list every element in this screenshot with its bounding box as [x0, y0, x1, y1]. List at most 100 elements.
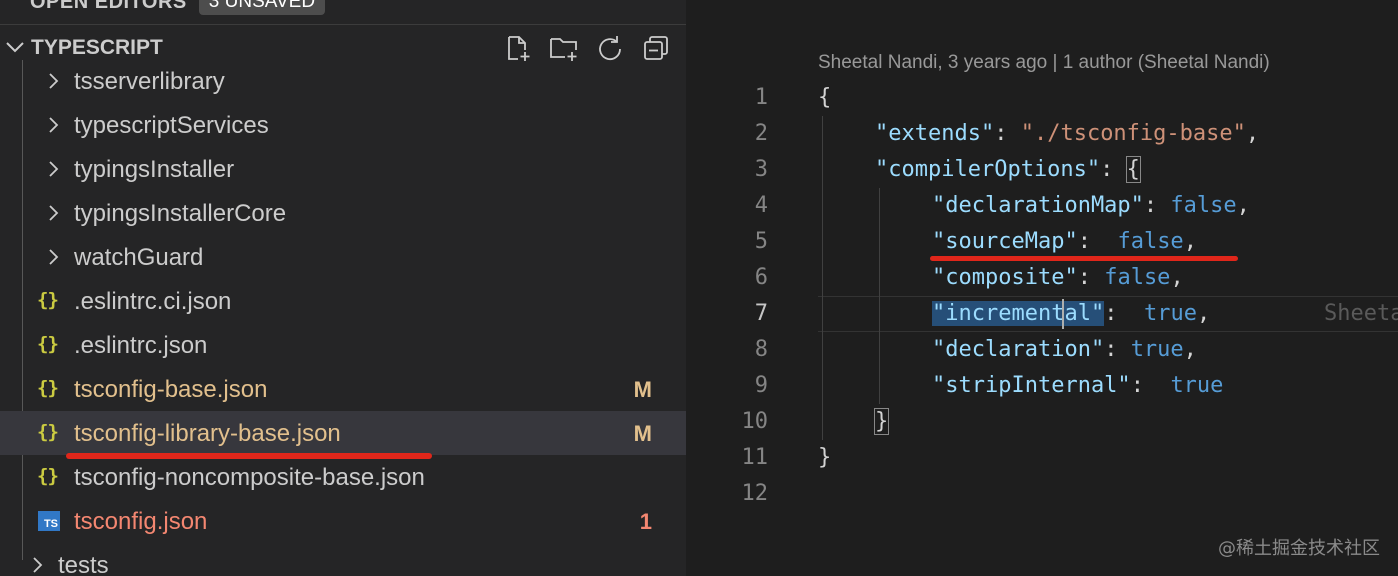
indent-guide	[879, 188, 880, 404]
code-line-2: "extends": "./tsconfig-base",	[875, 116, 1259, 152]
red-annotation-underline	[930, 256, 1238, 261]
tree-item-label: tsconfig-library-base.json	[74, 420, 341, 447]
json-file-icon: {}	[37, 289, 59, 311]
red-annotation-underline	[66, 453, 432, 459]
line-number: 8	[754, 337, 768, 362]
code-editor[interactable]: Sheetal Nandi, 3 years ago | 1 author (S…	[686, 0, 1398, 576]
tree-item-label: tests	[58, 552, 109, 576]
separator: :	[1143, 193, 1171, 218]
tree-item-label: tsconfig-noncomposite-base.json	[74, 464, 425, 491]
tree-file-tsconfig-base-json[interactable]: {} tsconfig-base.json M	[0, 367, 686, 411]
matched-brace: }	[873, 408, 890, 435]
open-editors-header[interactable]: OPEN EDITORS 3 UNSAVED	[0, 0, 686, 18]
tree-folder-watchguard[interactable]: watchGuard	[0, 235, 686, 279]
json-boolean: true	[1130, 337, 1184, 362]
brace: {	[818, 85, 832, 110]
chevron-right-icon	[49, 249, 59, 265]
brace: }	[818, 445, 832, 470]
line-number: 9	[754, 373, 768, 398]
tree-item-label: typingsInstallerCore	[74, 200, 287, 227]
code-line-5: "sourceMap": false,	[932, 224, 1197, 260]
tree-file-tsconfig-library-base-json[interactable]: {} tsconfig-library-base.json M	[0, 411, 686, 455]
tree-folder-tests[interactable]: tests	[0, 543, 686, 576]
tree-file-tsconfig-noncomposite-base-json[interactable]: {} tsconfig-noncomposite-base.json	[0, 455, 686, 499]
inline-blame-annotation: Sheetal	[1324, 301, 1398, 326]
code-line-4: "declarationMap": false,	[932, 188, 1250, 224]
open-editors-title: OPEN EDITORS	[30, 0, 187, 13]
chevron-right-icon	[33, 557, 43, 573]
code-line-11: }	[818, 440, 831, 476]
unsaved-badge: 3 UNSAVED	[198, 0, 326, 15]
tree-item-label: typescriptServices	[74, 112, 269, 139]
text-cursor	[1062, 299, 1064, 329]
json-boolean: false	[1170, 193, 1237, 218]
comma: ,	[1170, 265, 1184, 290]
separator: :	[1077, 265, 1105, 290]
line-number: 3	[754, 157, 768, 182]
matched-brace: {	[1125, 156, 1141, 183]
code-line-3: "compilerOptions": {	[875, 152, 1141, 188]
separator: :	[1130, 373, 1171, 398]
json-file-icon: {}	[37, 465, 59, 487]
chevron-right-icon	[49, 117, 59, 133]
json-key: "sourceMap"	[932, 229, 1078, 254]
git-modified-badge: M	[633, 421, 652, 446]
json-key-highlighted: ntal"	[1037, 301, 1105, 326]
json-key: "extends"	[875, 121, 995, 146]
line-number: 5	[754, 229, 768, 254]
line-number: 12	[741, 481, 769, 506]
json-boolean: false	[1117, 229, 1184, 254]
comma: ,	[1183, 229, 1197, 254]
comma: ,	[1183, 337, 1197, 362]
tree-file-eslintrc-json[interactable]: {} .eslintrc.json	[0, 323, 686, 367]
problem-count-badge: 1	[639, 509, 652, 534]
tree-file-tsconfig-json[interactable]: TS tsconfig.json 1	[0, 499, 686, 543]
chevron-right-icon	[49, 161, 59, 177]
separator: :	[994, 121, 1021, 146]
line-number: 11	[741, 445, 769, 470]
tree-item-label: .eslintrc.ci.json	[74, 288, 232, 315]
json-key: "declaration"	[932, 337, 1105, 362]
watermark: @稀土掘金技术社区	[1218, 538, 1380, 559]
code-line-8: "declaration": true,	[932, 332, 1197, 368]
indent-guide	[822, 116, 823, 440]
comma: ,	[1245, 121, 1260, 146]
json-boolean: true	[1143, 301, 1197, 326]
tree-item-label: .eslintrc.json	[74, 332, 208, 359]
line-number: 2	[754, 121, 768, 146]
chevron-down-icon	[6, 42, 24, 53]
tree-folder-tsserverlibrary[interactable]: tsserverlibrary	[0, 59, 686, 103]
tree-item-label: tsserverlibrary	[74, 68, 225, 95]
tree-folder-typingsinstaller[interactable]: typingsInstaller	[0, 147, 686, 191]
code-line-10: }	[873, 404, 890, 440]
comma: ,	[1236, 193, 1250, 218]
json-file-icon: {}	[37, 421, 59, 443]
line-number-active: 7	[754, 301, 768, 326]
json-key: "composite"	[932, 265, 1078, 290]
explorer-sidebar: OPEN EDITORS 3 UNSAVED TYPESCRIPT tsserv…	[0, 0, 686, 576]
tree-item-label: typingsInstaller	[74, 156, 235, 183]
line-number: 1	[754, 85, 768, 110]
tree-item-label: tsconfig.json	[74, 508, 208, 535]
comma: ,	[1196, 301, 1211, 326]
code-line-7: "incremental": true,	[932, 296, 1210, 332]
tree-item-label: tsconfig-base.json	[74, 376, 268, 403]
code-line-1: {	[818, 80, 831, 116]
separator: :	[1100, 157, 1127, 182]
tree-folder-typescriptservices[interactable]: typescriptServices	[0, 103, 686, 147]
chevron-right-icon	[49, 73, 59, 89]
json-key: "stripInternal"	[932, 373, 1131, 398]
json-file-icon: {}	[37, 333, 59, 355]
separator: :	[1077, 229, 1118, 254]
tree-file-eslintrc-ci-json[interactable]: {} .eslintrc.ci.json	[0, 279, 686, 323]
separator: :	[1104, 337, 1131, 362]
json-key-highlighted: "increme	[932, 301, 1038, 326]
code-line-9: "stripInternal": true	[932, 368, 1223, 404]
tree-folder-typingsinstallercore[interactable]: typingsInstallerCore	[0, 191, 686, 235]
line-number: 10	[741, 409, 769, 434]
separator: :	[1104, 301, 1144, 326]
git-blame-header[interactable]: Sheetal Nandi, 3 years ago | 1 author (S…	[818, 52, 1270, 74]
tree-item-label: watchGuard	[74, 244, 204, 271]
json-file-icon: {}	[37, 377, 59, 399]
json-key: "compilerOptions"	[875, 157, 1101, 182]
